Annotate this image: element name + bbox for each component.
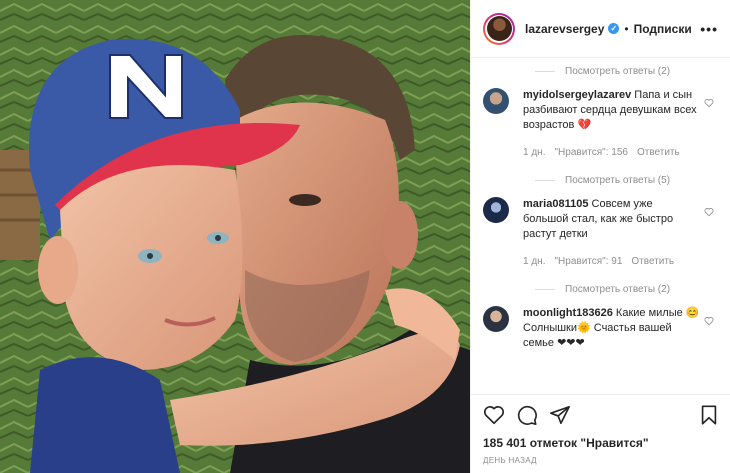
like-comment-heart-icon[interactable] bbox=[704, 98, 714, 108]
comment-emoji: 💔 bbox=[577, 119, 592, 131]
replies-line bbox=[535, 179, 555, 181]
commenter-avatar[interactable] bbox=[483, 306, 509, 332]
commenter-username[interactable]: myidolsergeylazarev bbox=[523, 89, 631, 101]
commenter-avatar[interactable] bbox=[483, 197, 509, 223]
post-side-panel: lazarevsergey ✓ • Подписки ••• Посмотрет… bbox=[470, 0, 730, 473]
comment-time[interactable]: 1 дн. bbox=[523, 145, 545, 159]
share-paper-plane-icon[interactable] bbox=[549, 404, 571, 426]
replies-line bbox=[535, 288, 555, 290]
like-comment-heart-icon[interactable] bbox=[704, 207, 714, 217]
likes-count[interactable]: 185 401 отметок "Нравится" bbox=[471, 434, 730, 452]
photo-illustration bbox=[0, 0, 470, 473]
comment-meta: 1 дн. "Нравится": 91 Ответить bbox=[523, 254, 701, 268]
like-heart-icon[interactable] bbox=[483, 404, 505, 426]
view-replies-toggle[interactable]: Посмотреть ответы (2) bbox=[483, 58, 718, 84]
commenter-avatar[interactable] bbox=[483, 88, 509, 114]
comment-like-count[interactable]: "Нравится": 156 bbox=[554, 145, 627, 159]
avatar-frame bbox=[485, 14, 513, 43]
view-replies-toggle[interactable]: Посмотреть ответы (5) bbox=[483, 167, 718, 193]
comments-list[interactable]: Посмотреть ответы (2) myidolsergeylazare… bbox=[471, 58, 730, 394]
post-date[interactable]: День назад bbox=[471, 452, 730, 473]
verified-badge-icon: ✓ bbox=[608, 23, 620, 34]
commenter-username[interactable]: maria081105 bbox=[523, 198, 588, 210]
comment-item: myidolsergeylazarev Папа и сын разбивают… bbox=[483, 84, 718, 159]
commenter-username[interactable]: moonlight183626 bbox=[523, 307, 613, 319]
replies-line bbox=[535, 70, 555, 72]
comment-like-count[interactable]: "Нравится": 91 bbox=[554, 254, 622, 268]
post-photo[interactable] bbox=[0, 0, 470, 473]
avatar-image bbox=[486, 16, 512, 41]
author-username[interactable]: lazarevsergey bbox=[525, 22, 604, 36]
comment-body: myidolsergeylazarev Папа и сын разбивают… bbox=[523, 88, 701, 159]
comment-body: maria081105 Совсем уже большой стал, как… bbox=[523, 197, 701, 268]
more-options-icon[interactable]: ••• bbox=[700, 21, 718, 37]
comment-time[interactable]: 1 дн. bbox=[523, 254, 545, 268]
reply-button[interactable]: Ответить bbox=[637, 145, 680, 159]
instagram-post: lazarevsergey ✓ • Подписки ••• Посмотрет… bbox=[0, 0, 730, 473]
author-avatar[interactable] bbox=[483, 12, 515, 45]
comment-item: moonlight183626 Какие милые 😊 Солнышки🌞 … bbox=[483, 302, 718, 351]
view-replies-label[interactable]: Посмотреть ответы (2) bbox=[565, 66, 670, 77]
comment-body: moonlight183626 Какие милые 😊 Солнышки🌞 … bbox=[523, 306, 701, 351]
save-bookmark-icon[interactable] bbox=[698, 404, 720, 426]
view-replies-label[interactable]: Посмотреть ответы (5) bbox=[565, 175, 670, 186]
like-comment-heart-icon[interactable] bbox=[704, 316, 714, 326]
comment-bubble-icon[interactable] bbox=[516, 404, 538, 426]
post-actions-bar bbox=[471, 394, 730, 434]
view-replies-label[interactable]: Посмотреть ответы (2) bbox=[565, 284, 670, 295]
reply-button[interactable]: Ответить bbox=[631, 254, 674, 268]
following-button[interactable]: Подписки bbox=[634, 22, 692, 36]
header-separator: • bbox=[624, 21, 629, 36]
comment-item: maria081105 Совсем уже большой стал, как… bbox=[483, 193, 718, 268]
post-header: lazarevsergey ✓ • Подписки ••• bbox=[471, 0, 730, 58]
view-replies-toggle[interactable]: Посмотреть ответы (2) bbox=[483, 276, 718, 302]
comment-meta: 1 дн. "Нравится": 156 Ответить bbox=[523, 145, 701, 159]
